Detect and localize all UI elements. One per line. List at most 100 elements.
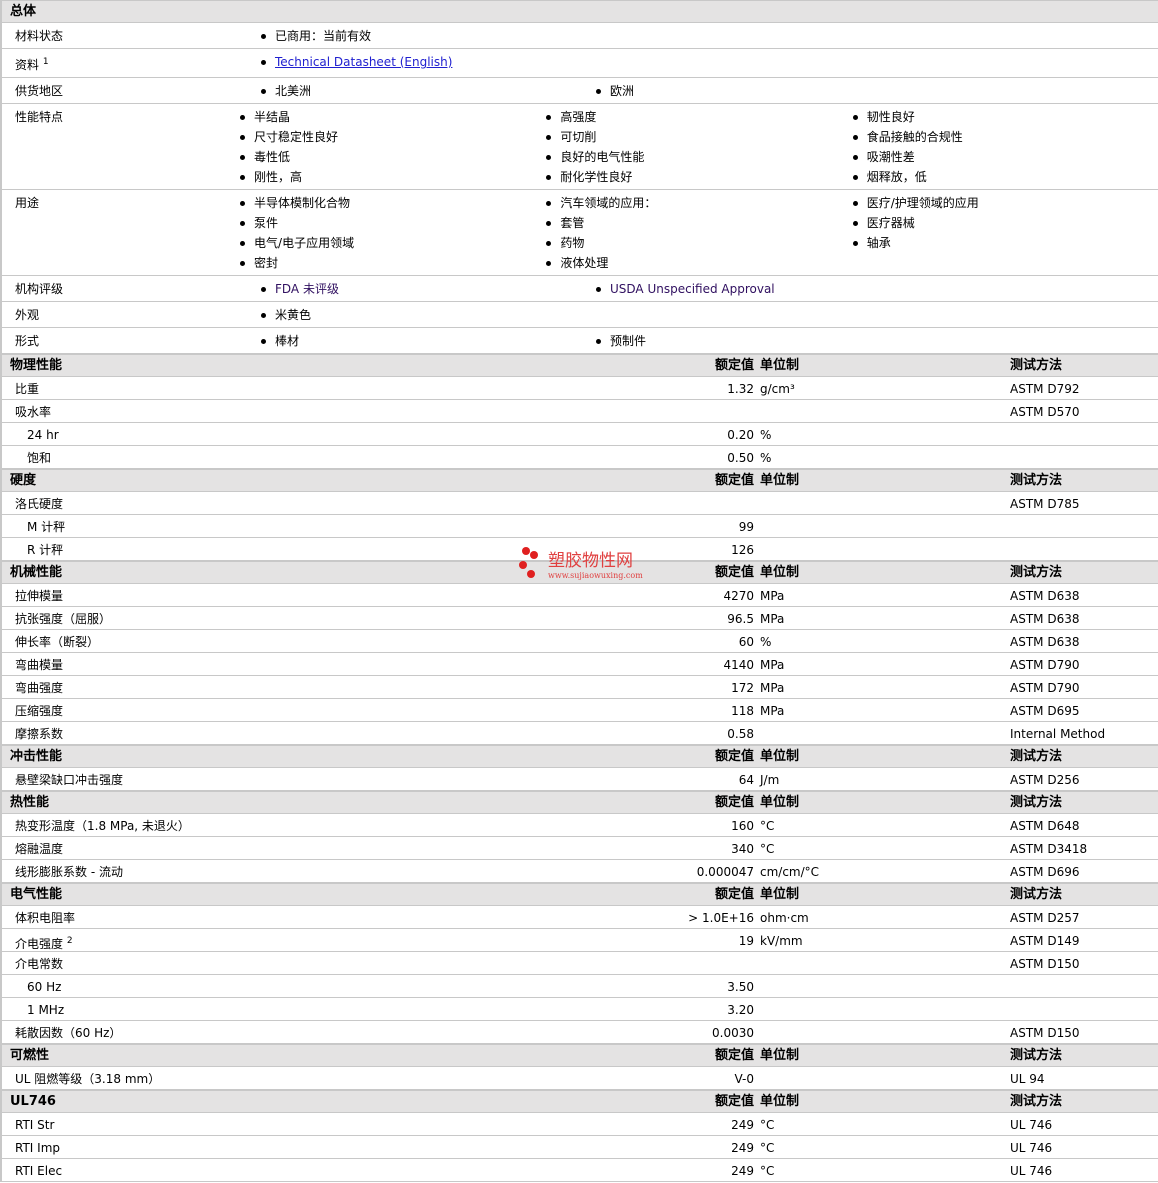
property-unit: g/cm³	[760, 382, 795, 396]
label-text: 悬壁梁缺口冲击强度	[15, 773, 124, 787]
property-label: 熔融温度	[15, 837, 63, 861]
bullet-column: 半结晶 尺寸稳定性良好 毒性低 刚性，高	[239, 107, 545, 187]
property-label: 线形膨胀系数 - 流动	[15, 860, 123, 884]
property-value: 249	[731, 1118, 754, 1132]
datasheet-link[interactable]: Technical Datasheet (English)	[275, 55, 452, 69]
list-item: 预制件	[595, 331, 930, 351]
property-row: 耗散因数（60 Hz） 0.0030 ASTM D150	[2, 1021, 1158, 1044]
property-value: > 1.0E+16	[688, 911, 754, 925]
property-row: 体积电阻率 > 1.0E+16 ohm·cm ASTM D257	[2, 906, 1158, 929]
test-method: UL 746	[1010, 1141, 1053, 1155]
test-method: UL 94	[1010, 1072, 1045, 1086]
property-label: 24 hr	[27, 423, 59, 447]
watermark-name: 塑胶物性网	[548, 551, 633, 571]
list-item: 耐化学性良好	[545, 167, 851, 187]
section-title: 物理性能	[10, 358, 63, 373]
property-row: 24 hr 0.20%	[2, 423, 1158, 446]
property-value: 0.58	[727, 727, 754, 741]
list-item: 医疗器械	[852, 213, 1158, 233]
label-text: 供货地区	[15, 84, 64, 98]
property-value: 60	[738, 635, 754, 649]
label-text: 材料状态	[15, 29, 64, 43]
property-label: 热变形温度（1.8 MPa, 未退火）	[15, 814, 190, 838]
property-label: 抗张强度（屈服）	[15, 607, 111, 631]
property-value: 4270	[723, 589, 754, 603]
value-header: 额定值	[714, 749, 754, 764]
property-value: 3.20	[727, 1003, 754, 1017]
property-row: 伸长率（断裂） 60% ASTM D638	[2, 630, 1158, 653]
property-row: 弯曲模量 4140 MPa ASTM D790	[2, 653, 1158, 676]
property-row: RTI Elec 249 °C UL 746	[2, 1159, 1158, 1182]
list-item: 半导体模制化合物	[239, 193, 545, 213]
property-sections: 物理性能 额定值 单位制 测试方法 比重 1.32 g/cm³ ASTM D792 吸水率 AST…	[2, 354, 1158, 1182]
bullet-column: 北美洲	[260, 81, 595, 101]
property-unit: kV/mm	[760, 934, 803, 948]
section-title: 硬度	[10, 473, 37, 488]
label-text: R 计秤	[27, 543, 64, 557]
label-text: 介电强度	[15, 937, 64, 951]
label-text: 用途	[15, 196, 40, 210]
test-method: ASTM D257	[1010, 911, 1080, 925]
method-header: 测试方法	[1010, 795, 1063, 810]
test-method: ASTM D648	[1010, 819, 1080, 833]
property-row: 介电强度 2 19 kV/mm ASTM D149	[2, 929, 1158, 952]
list-item: 泵件	[239, 213, 545, 233]
property-value: 249	[731, 1141, 754, 1155]
property-value: 0.20	[727, 428, 754, 442]
test-method: ASTM D785	[1010, 497, 1080, 511]
bullet-column: 韧性良好 食品接触的合规性 吸潮性差 烟释放，低	[852, 107, 1158, 187]
method-header: 测试方法	[1010, 887, 1063, 902]
label-text: RTI Imp	[15, 1141, 60, 1155]
footnote-marker[interactable]: 2	[67, 936, 73, 946]
property-row: 60 Hz 3.50	[2, 975, 1158, 998]
datasheet: 总体 材料状态 已商用：当前有效 资料 1 Technical Datasheet (…	[0, 0, 1158, 1182]
list-item: 毒性低	[239, 147, 545, 167]
list-item: 尺寸稳定性良好	[239, 127, 545, 147]
test-method: ASTM D790	[1010, 681, 1080, 695]
property-unit: %	[760, 451, 772, 465]
property-value: 160	[731, 819, 754, 833]
list-item: FDA 未评级	[260, 279, 595, 299]
property-label: 弯曲强度	[15, 676, 63, 700]
section-title: 总体	[10, 4, 37, 19]
test-method: ASTM D150	[1010, 1026, 1080, 1040]
label-text: M 计秤	[27, 520, 66, 534]
list-item: 医疗/护理领域的应用	[852, 193, 1158, 213]
property-label: 耗散因数（60 Hz）	[15, 1021, 121, 1045]
property-label: RTI Elec	[15, 1159, 62, 1183]
property-value: 126	[731, 543, 754, 557]
property-row: M 计秤 99	[2, 515, 1158, 538]
bullet-column: USDA Unspecified Approval	[595, 279, 930, 299]
value-header: 额定值	[714, 473, 754, 488]
list-item: 北美洲	[260, 81, 595, 101]
bullet-column: Technical Datasheet (English)	[260, 52, 595, 75]
property-row: 热变形温度（1.8 MPa, 未退火） 160 °C ASTM D648	[2, 814, 1158, 837]
property-unit: °C	[760, 842, 775, 856]
label-text: 资料	[15, 58, 40, 72]
general-row: 资料 1 Technical Datasheet (English)	[2, 49, 1158, 78]
label-text: 弯曲模量	[15, 658, 64, 672]
method-header: 测试方法	[1010, 358, 1063, 373]
section-header: UL746 额定值 单位制 测试方法	[2, 1090, 1158, 1113]
unit-header: 单位制	[760, 1048, 800, 1063]
property-value: 3.50	[727, 980, 754, 994]
property-label: RTI Str	[15, 1113, 54, 1137]
unit-header: 单位制	[760, 473, 800, 488]
value-header: 额定值	[714, 1048, 754, 1063]
section-header: 硬度 额定值 单位制 测试方法	[2, 469, 1158, 492]
footnote-marker[interactable]: 1	[43, 57, 49, 67]
section-header-general: 总体	[2, 0, 1158, 23]
test-method: UL 746	[1010, 1164, 1053, 1178]
property-row: 饱和 0.50%	[2, 446, 1158, 469]
property-row: 压缩强度 118 MPa ASTM D695	[2, 699, 1158, 722]
list-item: 套管	[545, 213, 851, 233]
property-label: 压缩强度	[15, 699, 63, 723]
test-method: ASTM D150	[1010, 957, 1080, 971]
general-row: 供货地区 北美洲 欧洲	[2, 78, 1158, 104]
bullet-column: 欧洲	[595, 81, 930, 101]
section-header: 物理性能 额定值 单位制 测试方法	[2, 354, 1158, 377]
property-label: 摩擦系数	[15, 722, 63, 746]
property-row: 1 MHz 3.20	[2, 998, 1158, 1021]
general-rows: 材料状态 已商用：当前有效 资料 1 Technical Datasheet (Eng…	[2, 23, 1158, 354]
property-label: 洛氏硬度	[15, 492, 63, 516]
